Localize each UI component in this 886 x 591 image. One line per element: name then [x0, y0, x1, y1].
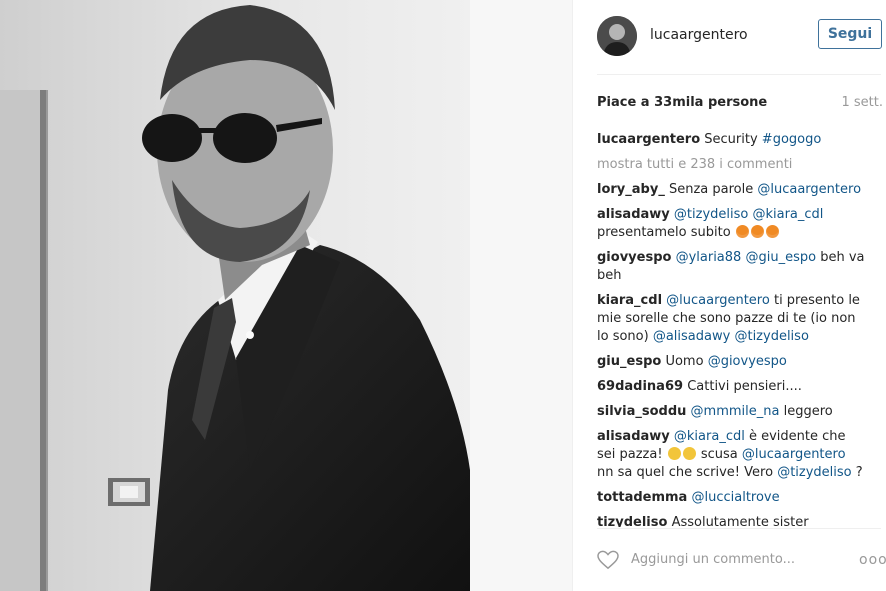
- more-options-icon[interactable]: ooo: [859, 552, 886, 568]
- fox-icon: [750, 225, 764, 238]
- comment-mention[interactable]: @tizydeliso: [734, 329, 808, 344]
- comment-mention[interactable]: @lucaargentero: [666, 293, 770, 308]
- comment-footer: Aggiungi un commento... ooo: [597, 546, 886, 576]
- follow-button[interactable]: Segui: [818, 19, 882, 49]
- comment-username[interactable]: kiara_cdl: [597, 293, 662, 308]
- caption-hashtag[interactable]: #gogogo: [762, 132, 822, 147]
- fox-icon: [735, 225, 749, 238]
- laughing-icon: [667, 447, 681, 460]
- comment-username[interactable]: tottademma: [597, 490, 687, 505]
- comment-text: scusa: [700, 447, 738, 462]
- view-all-comments-link[interactable]: mostra tutti e 238 i commenti: [597, 156, 865, 174]
- comment-mention[interactable]: @giovyespo: [708, 354, 787, 369]
- comment-text: nn sa quel che scrive! Vero: [597, 465, 774, 480]
- comment-text: presentamelo subito: [597, 225, 731, 240]
- list-item: alisadawy @kiara_cdl è evidente che sei …: [597, 428, 865, 482]
- comment-mention[interactable]: @tizydeliso: [777, 465, 851, 480]
- comment-mention[interactable]: @mmmile_na: [691, 404, 780, 419]
- comment-username[interactable]: lory_aby_: [597, 182, 665, 197]
- comment-text: leggero: [783, 404, 833, 419]
- comment-text: Senza parole: [668, 182, 754, 197]
- comment-text: ?: [855, 465, 863, 480]
- list-item: tottademma @luccialtrove: [597, 489, 865, 507]
- comments-list[interactable]: lucaargentero Security #gogogo mostra tu…: [597, 131, 865, 527]
- add-comment-input[interactable]: Aggiungi un commento...: [631, 552, 795, 567]
- fox-icon: [765, 225, 779, 238]
- list-item: tizydeliso Assolutamente sister: [597, 514, 865, 527]
- likes-count[interactable]: Piace a 33mila persone: [597, 95, 767, 110]
- caption-text: Security: [704, 132, 758, 147]
- comment-text: Uomo: [665, 354, 704, 369]
- comment-mention[interactable]: @ylaria88: [676, 250, 742, 265]
- post-username[interactable]: lucaargentero: [650, 27, 748, 43]
- comment-mention[interactable]: @giu_espo: [745, 250, 816, 265]
- comment-username[interactable]: 69dadina69: [597, 379, 683, 394]
- caption-username[interactable]: lucaargentero: [597, 132, 700, 147]
- comment-mention[interactable]: @luccialtrove: [691, 490, 779, 505]
- avatar-image: [597, 16, 637, 56]
- list-item: alisadawy @tizydeliso @kiara_cdl present…: [597, 206, 865, 242]
- likes-row: Piace a 33mila persone 1 sett.: [597, 95, 883, 113]
- comment-text: Assolutamente sister: [671, 515, 809, 527]
- portrait-image: [0, 0, 572, 591]
- comment-username[interactable]: alisadawy: [597, 207, 670, 222]
- comment-username[interactable]: silvia_soddu: [597, 404, 686, 419]
- comment-mention[interactable]: @kiara_cdl: [674, 429, 745, 444]
- post-time[interactable]: 1 sett.: [841, 95, 883, 110]
- header-divider: [597, 74, 881, 75]
- footer-divider: [597, 528, 881, 529]
- comment-text: Cattivi pensieri....: [687, 379, 802, 394]
- comment-mention[interactable]: @alisadawy: [653, 329, 730, 344]
- list-item: 69dadina69 Cattivi pensieri....: [597, 378, 865, 396]
- comment-username[interactable]: alisadawy: [597, 429, 670, 444]
- list-item: giu_espo Uomo @giovyespo: [597, 353, 865, 371]
- laughing-icon: [682, 447, 696, 460]
- comment-username[interactable]: tizydeliso: [597, 515, 667, 527]
- comment-username[interactable]: giu_espo: [597, 354, 661, 369]
- comment-mention[interactable]: @lucaargentero: [742, 447, 846, 462]
- post-photo[interactable]: [0, 0, 572, 591]
- avatar[interactable]: [597, 16, 637, 56]
- list-item: lory_aby_ Senza parole @lucaargentero: [597, 181, 865, 199]
- list-item: kiara_cdl @lucaargentero ti presento le …: [597, 292, 865, 346]
- list-item: silvia_soddu @mmmile_na leggero: [597, 403, 865, 421]
- post-header: lucaargentero Segui: [597, 16, 886, 58]
- heart-icon[interactable]: [597, 550, 619, 570]
- comment-mention[interactable]: @tizydeliso: [674, 207, 748, 222]
- comment-mention[interactable]: @lucaargentero: [757, 182, 861, 197]
- comment-username[interactable]: giovyespo: [597, 250, 671, 265]
- instagram-post-view: lucaargentero Segui Piace a 33mila perso…: [0, 0, 886, 591]
- post-sidebar: lucaargentero Segui Piace a 33mila perso…: [572, 0, 886, 591]
- caption: lucaargentero Security #gogogo: [597, 131, 865, 149]
- comment-mention[interactable]: @kiara_cdl: [752, 207, 823, 222]
- list-item: giovyespo @ylaria88 @giu_espo beh va beh: [597, 249, 865, 285]
